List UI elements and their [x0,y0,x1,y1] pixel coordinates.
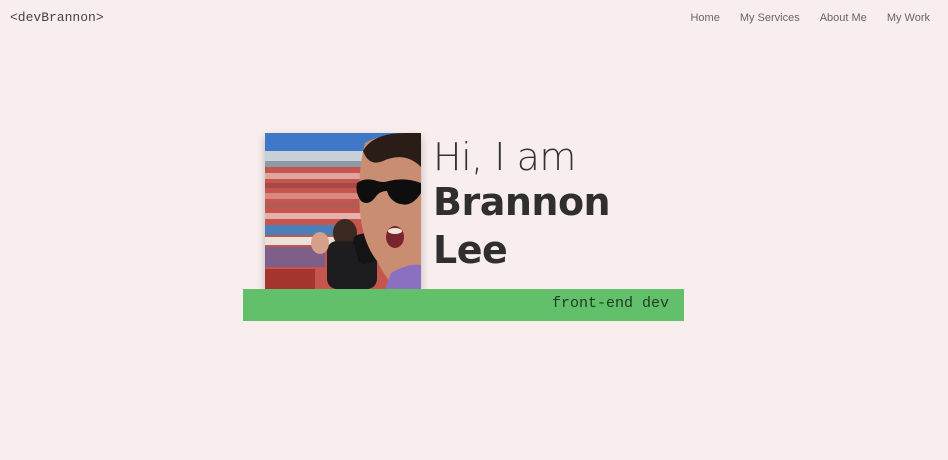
nav-home[interactable]: Home [690,12,719,24]
nav-my-work[interactable]: My Work [887,12,930,24]
profile-photo [265,133,421,289]
hero-section: Hi, I am Brannon Lee front-end dev [243,133,684,321]
tagline-text: front-end dev [551,295,669,312]
site-logo[interactable]: <devBrannon> [10,10,104,25]
nav-my-services[interactable]: My Services [740,12,800,24]
hero-greeting: Hi, I am [433,135,576,179]
hero-name: Brannon Lee [433,180,611,272]
main-nav: Home My Services About Me My Work [690,12,930,24]
tagline-banner: front-end dev [243,289,684,321]
nav-about-me[interactable]: About Me [820,12,867,24]
